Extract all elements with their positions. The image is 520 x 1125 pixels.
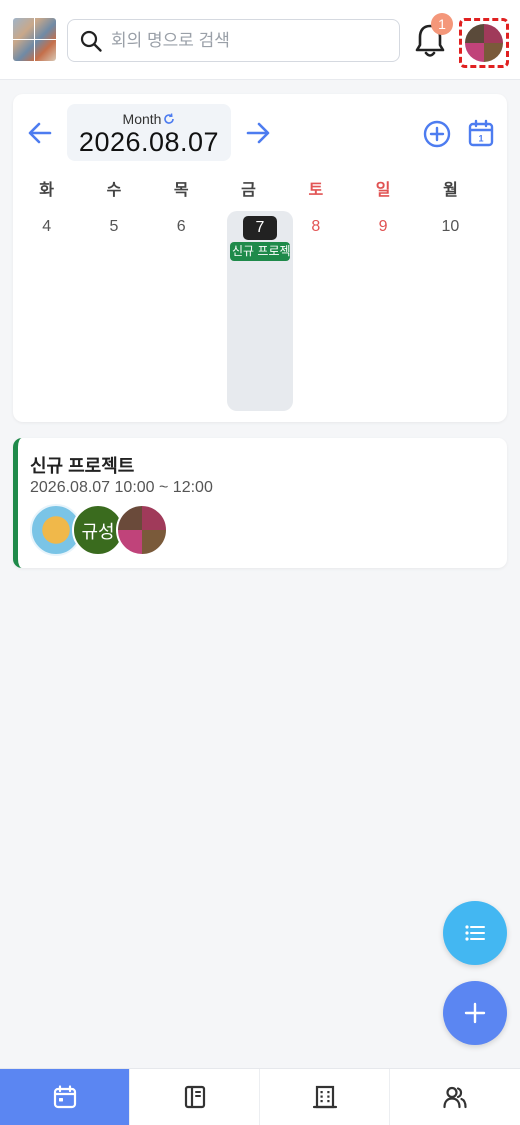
list-icon: [465, 925, 485, 941]
day-cell[interactable]: 6: [148, 218, 215, 236]
weekday-label: 토: [308, 182, 324, 199]
nav-rooms[interactable]: [260, 1069, 390, 1125]
event-title: 신규 프로젝트: [30, 456, 135, 476]
calendar-card: Month 2026.08.07 1 화 수 목 금 토 일 월 4 5 6 8…: [13, 94, 507, 422]
day-cell[interactable]: 4: [13, 218, 80, 236]
weekday-label: 화: [39, 182, 55, 199]
event-card[interactable]: 신규 프로젝트 2026.08.07 10:00 ~ 12:00 규성: [13, 438, 507, 568]
participant-list: 규성: [30, 504, 230, 556]
search-box[interactable]: [67, 19, 400, 62]
today-badge[interactable]: 7: [243, 216, 277, 240]
list-view-button[interactable]: [443, 901, 507, 965]
avatar-image: [465, 24, 503, 62]
calendar-icon: [53, 1085, 77, 1109]
calendar-event-chip[interactable]: 신규 프로젝트: [230, 242, 290, 261]
search-icon: [80, 30, 102, 52]
view-mode-toggle[interactable]: Month: [67, 111, 231, 127]
plus-icon: [464, 1002, 486, 1024]
profile-avatar[interactable]: [459, 18, 509, 68]
event-time: 2026.08.07 10:00 ~ 12:00: [30, 479, 213, 496]
weekday-header: 화 수 목 금 토 일 월: [13, 176, 507, 200]
weekday-label: 수: [106, 182, 122, 199]
bottom-nav: [0, 1068, 520, 1125]
date-selector[interactable]: Month 2026.08.07: [67, 104, 231, 161]
add-event-button[interactable]: [443, 981, 507, 1045]
nav-notes[interactable]: [130, 1069, 260, 1125]
participant-avatar: [116, 504, 168, 556]
weekday-label: 목: [173, 182, 189, 199]
building-icon: [312, 1085, 338, 1109]
view-mode-label: Month: [122, 111, 162, 127]
search-input[interactable]: [111, 28, 391, 54]
app-header: 1: [0, 0, 520, 80]
weekday-label: 일: [375, 182, 391, 199]
app-thumbnail[interactable]: [13, 18, 56, 61]
day-cell[interactable]: 5: [80, 218, 147, 236]
day-cell[interactable]: 9: [349, 218, 416, 236]
day-cell[interactable]: 8: [282, 218, 349, 236]
nav-calendar[interactable]: [0, 1069, 130, 1125]
current-date: 2026.08.07: [78, 127, 220, 157]
add-circle-icon[interactable]: [422, 119, 452, 149]
weekday-label: 월: [443, 182, 458, 199]
today-column[interactable]: [227, 211, 293, 411]
next-arrow-icon[interactable]: [244, 119, 272, 147]
notification-badge: 1: [431, 13, 453, 35]
prev-arrow-icon[interactable]: [26, 119, 54, 147]
notebook-icon: [184, 1085, 206, 1109]
weekday-label: 금: [241, 182, 256, 199]
users-icon: [443, 1086, 467, 1109]
nav-members[interactable]: [390, 1069, 520, 1125]
calendar-today-icon[interactable]: 1: [466, 118, 496, 148]
day-cell[interactable]: 10: [417, 218, 484, 236]
svg-text:1: 1: [478, 134, 483, 144]
refresh-icon: [164, 113, 175, 124]
